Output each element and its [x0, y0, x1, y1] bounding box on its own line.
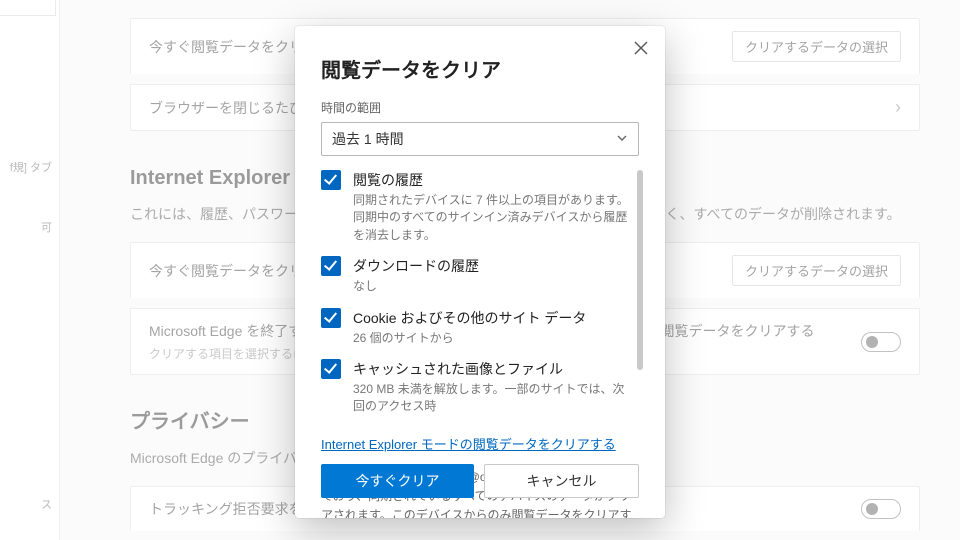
ie-mode-clear-link[interactable]: Internet Explorer モードの閲覧データをクリアする	[321, 434, 616, 453]
list-item[interactable]: ダウンロードの履歴 なし	[321, 256, 629, 295]
cancel-button[interactable]: キャンセル	[484, 464, 639, 498]
data-type-list: 閲覧の履歴 同期されたデバイスに 7 件以上の項目があります。同期中のすべてのサ…	[321, 170, 639, 416]
settings-page: f規] タブ 可 ス 今すぐ閲覧データをクリア クリアするデータの選択 ブラウザ…	[0, 0, 960, 540]
clear-now-button[interactable]: 今すぐクリア	[321, 464, 474, 498]
list-item[interactable]: キャッシュされた画像とファイル 320 MB 未満を解放します。一部のサイトでは…	[321, 359, 629, 416]
list-item[interactable]: Cookie およびその他のサイト データ 26 個のサイトから	[321, 308, 629, 347]
time-range-select[interactable]: 過去 1 時間	[321, 122, 639, 156]
time-range-label: 時間の範囲	[321, 99, 639, 116]
checkbox-checked[interactable]	[321, 170, 341, 190]
select-value: 過去 1 時間	[332, 129, 404, 149]
list-item[interactable]: 閲覧の履歴 同期されたデバイスに 7 件以上の項目があります。同期中のすべてのサ…	[321, 170, 629, 244]
item-sub: 同期されたデバイスに 7 件以上の項目があります。同期中のすべてのサインイン済み…	[353, 192, 629, 244]
item-title: キャッシュされた画像とファイル	[353, 359, 629, 379]
clear-browsing-data-dialog: 閲覧データをクリア 時間の範囲 過去 1 時間 閲覧の履歴 同期されたデバイスに…	[295, 26, 665, 518]
checkbox-checked[interactable]	[321, 256, 341, 276]
item-sub: 26 個のサイトから	[353, 330, 586, 347]
item-title: Cookie およびその他のサイト データ	[353, 308, 586, 328]
item-sub: なし	[353, 278, 479, 295]
scrollbar[interactable]	[637, 170, 643, 370]
checkbox-checked[interactable]	[321, 308, 341, 328]
checkbox-checked[interactable]	[321, 359, 341, 379]
chevron-down-icon	[616, 131, 628, 147]
item-sub: 320 MB 未満を解放します。一部のサイトでは、次回のアクセス時	[353, 381, 629, 416]
item-title: 閲覧の履歴	[353, 170, 629, 190]
dialog-title: 閲覧データをクリア	[321, 54, 639, 83]
item-title: ダウンロードの履歴	[353, 256, 479, 276]
